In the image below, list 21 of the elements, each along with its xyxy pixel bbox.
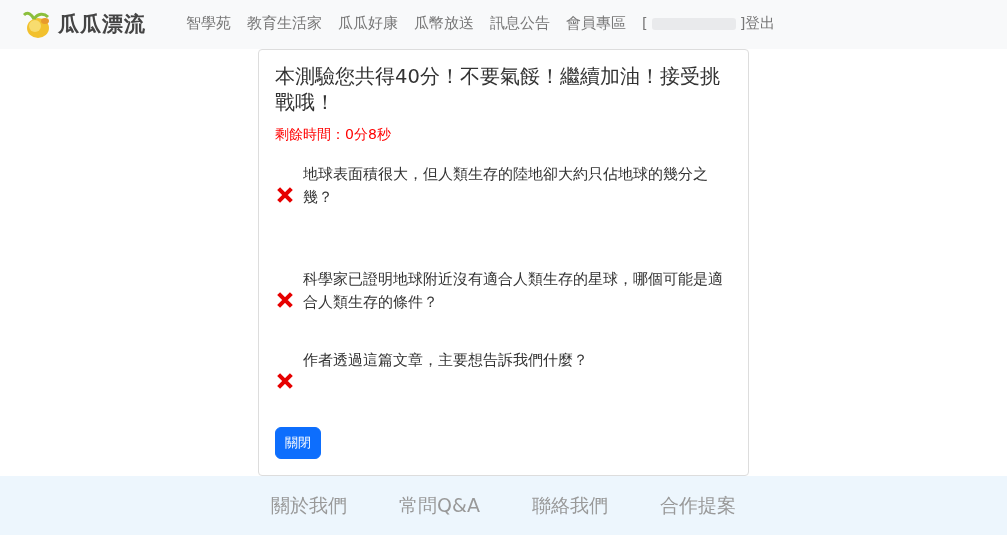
nav-link[interactable]: 訊息公告 [490,13,550,36]
footer-link[interactable]: 合作提案 [659,491,736,520]
bracket: [ [642,14,648,34]
brand-name: 瓜瓜漂流 [58,10,146,38]
question-text: 地球表面積很大，但人類生存的陸地卻大約只佔地球的幾分之幾？ [303,164,709,208]
score-message: 本測驗您共得40分！不要氣餒！繼續加油！接受挑戰哦！ [275,63,721,117]
nav-link[interactable]: 智學苑 [186,13,231,36]
nav-link[interactable]: 瓜瓜好康 [338,13,398,36]
question-text: 科學家已證明地球附近沒有適合人類生存的星球，哪個可能是適合人類生存的條件？ [303,269,724,313]
footer-link[interactable]: 聯絡我們 [531,491,608,520]
question-text: 作者透過這篇文章，主要想告訴我們什麼？ [303,350,589,372]
nav-link[interactable]: 教育生活家 [247,13,322,36]
close-button[interactable]: 關閉 [275,427,321,459]
time-remaining: 剩餘時間：0分8秒 [275,125,392,145]
brand-logo[interactable]: 瓜瓜漂流 [20,8,146,41]
logout-link[interactable]: 登出 [745,13,776,36]
nav-link[interactable]: 會員專區 [566,13,626,36]
bracket: ] [739,14,746,34]
footer-link[interactable]: 關於我們 [271,491,348,520]
nav-link[interactable]: 瓜幣放送 [414,13,474,36]
footer-link[interactable]: 常問Q&A [399,491,480,520]
